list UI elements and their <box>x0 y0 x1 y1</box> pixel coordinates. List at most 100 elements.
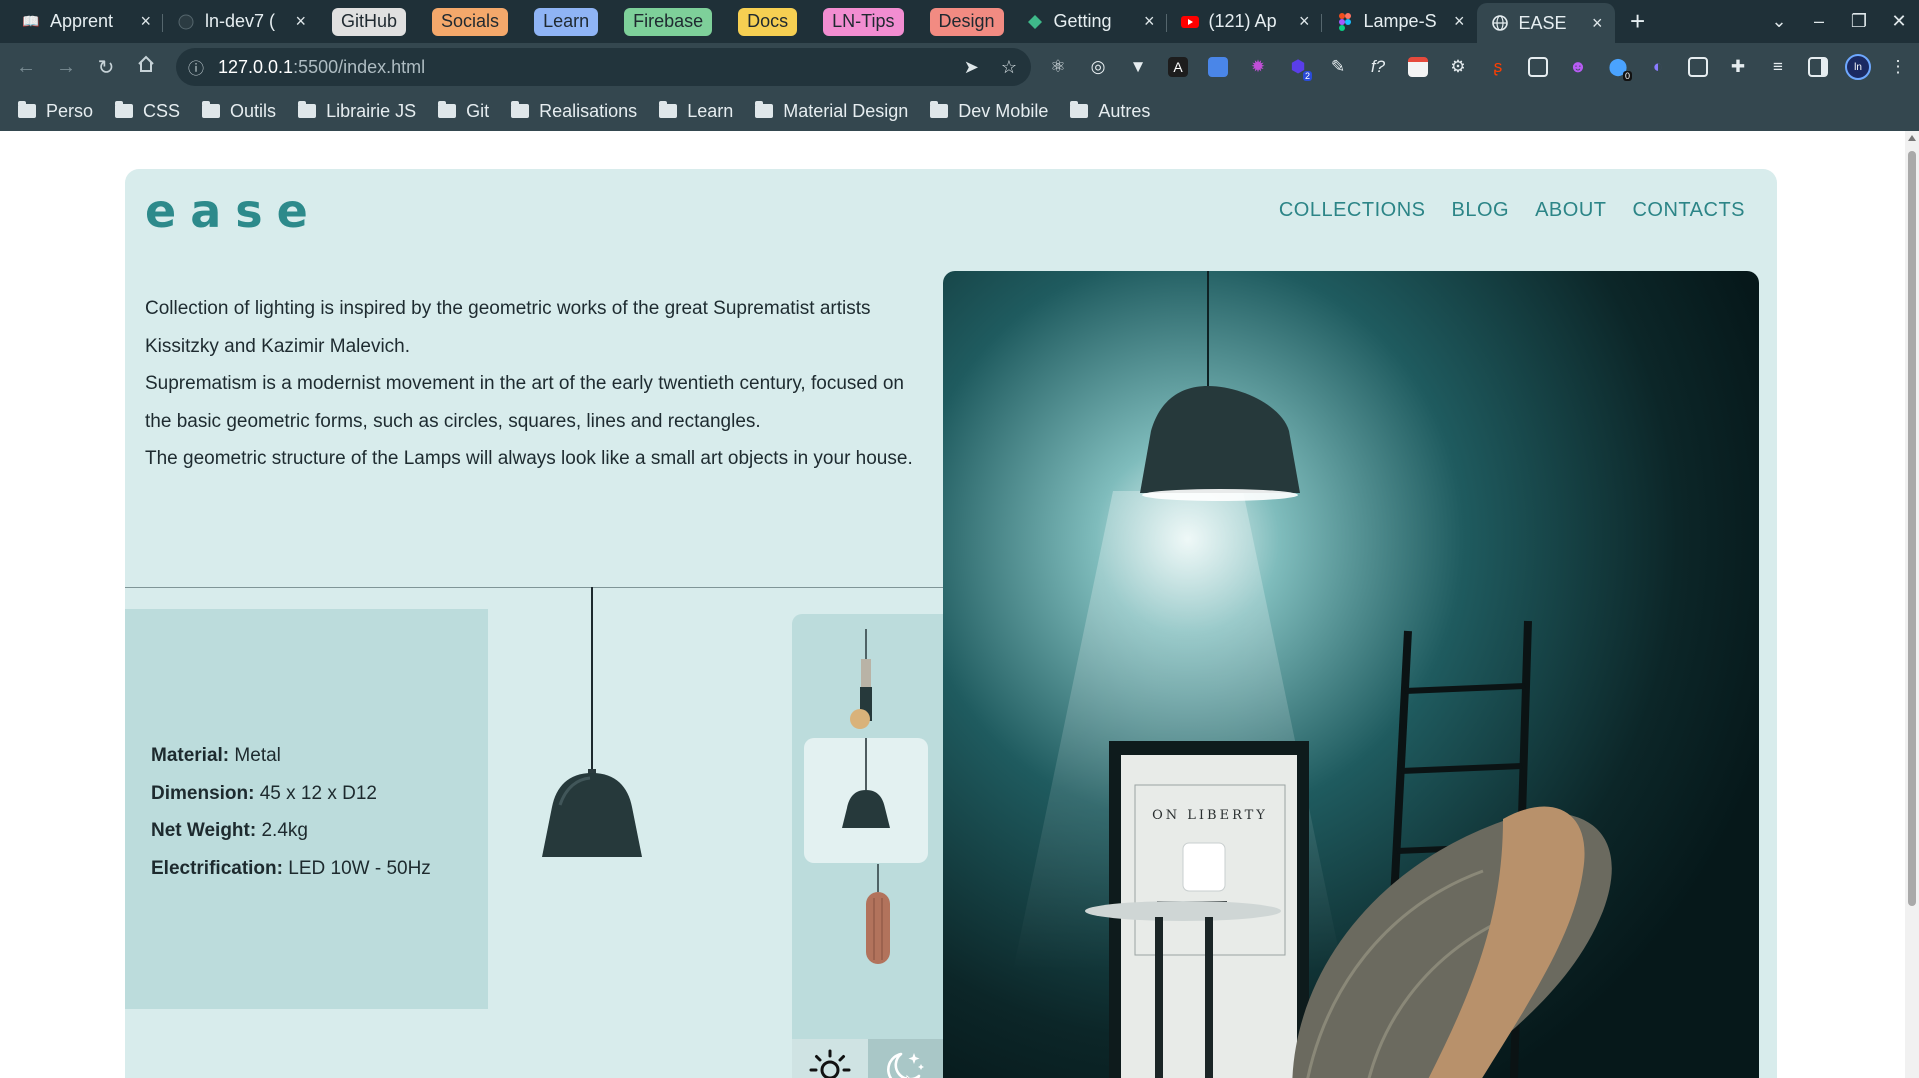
tab-group-ln-tips[interactable]: LN-Tips <box>823 7 904 36</box>
profile-avatar[interactable]: ln <box>1838 54 1878 80</box>
lamp-lifestyle-photo: ON LIBERTY <box>943 271 1759 1078</box>
close-icon[interactable]: × <box>140 11 151 32</box>
kebab-menu-icon[interactable]: ⋮ <box>1878 57 1918 77</box>
specs-list: Material: Metal Dimension: 45 x 12 x D12… <box>151 737 431 887</box>
window-icon[interactable] <box>1678 57 1718 77</box>
bookmark-label: Realisations <box>539 100 638 121</box>
nav-about[interactable]: ABOUT <box>1535 199 1606 222</box>
tab-youtube[interactable]: (121) Ap × <box>1167 6 1322 38</box>
cog-icon[interactable]: ⚙ <box>1438 57 1478 77</box>
new-tab-button[interactable]: + <box>1615 6 1659 38</box>
address-bar[interactable]: ⓘ 127.0.0.1:5500/index.html ➤ ☆ <box>176 48 1031 86</box>
plus-icon: + <box>1629 6 1646 36</box>
svelte-icon[interactable]: ʂ <box>1478 57 1518 77</box>
swirl-icon[interactable]: ◐ <box>1638 57 1678 77</box>
spec-value: 45 x 12 x D12 <box>259 782 377 804</box>
figma-ext-icon[interactable]: ⬤ 0 <box>1598 57 1638 81</box>
bookmark-folder[interactable]: Realisations <box>511 101 637 122</box>
eyedropper-icon[interactable]: ✎ <box>1318 57 1358 77</box>
react-devtools-icon[interactable]: ⚛ <box>1038 57 1078 77</box>
tab-group-socials[interactable]: Socials <box>432 7 509 36</box>
copper-lamp-icon <box>866 864 890 964</box>
dome-lamp-icon <box>842 738 890 828</box>
tab-group-design[interactable]: Design <box>929 7 1004 36</box>
site-info-icon[interactable]: ⓘ <box>188 55 218 79</box>
home-button[interactable] <box>126 47 166 87</box>
close-icon[interactable]: × <box>1144 11 1155 32</box>
extensions-toolbar: ⚛ ◎ ▼ A ✹ ⬢ 2 ✎ f? ⚙ ʂ ☻ ⬤ 0 ◐ ✚ ≡ ln ⋮ <box>1038 43 1918 91</box>
vue-devtools-icon[interactable]: ▼ <box>1118 57 1158 77</box>
face-icon[interactable]: ☻ <box>1558 57 1598 77</box>
thumbnail-copper-lamp[interactable] <box>804 862 928 987</box>
restore-icon[interactable]: ❐ <box>1839 11 1879 32</box>
site-logo[interactable]: ease <box>145 184 322 238</box>
send-icon[interactable]: ➤ <box>964 57 979 78</box>
nav-contacts[interactable]: CONTACTS <box>1632 199 1745 222</box>
pencil-box-icon[interactable] <box>1518 57 1558 77</box>
folder-icon <box>1070 101 1089 118</box>
side-panel-icon[interactable] <box>1798 57 1838 77</box>
thumbnail-cylinder-lamp[interactable] <box>804 619 928 744</box>
close-icon[interactable]: × <box>295 11 306 32</box>
calendar-icon[interactable] <box>1398 57 1438 77</box>
bookmark-label: Perso <box>46 100 94 121</box>
bookmark-folder[interactable]: CSS <box>115 101 180 122</box>
bookmark-folder[interactable]: Outils <box>202 101 276 122</box>
forward-button[interactable]: → <box>46 47 86 87</box>
media-list-icon[interactable]: ≡ <box>1758 57 1798 77</box>
nav-blog[interactable]: BLOG <box>1452 199 1510 222</box>
thumbnail-dome-lamp[interactable] <box>804 738 928 863</box>
description-paragraph: Suprematism is a modernist movement in t… <box>145 373 904 432</box>
light-mode-button[interactable] <box>792 1039 868 1078</box>
tab-figma[interactable]: Lampe-S × <box>1322 6 1477 38</box>
bookmark-folder[interactable]: Librairie JS <box>298 101 416 122</box>
scrollbar-thumb[interactable] <box>1908 151 1916 906</box>
tab-group-firebase[interactable]: Firebase <box>624 7 713 36</box>
tab-getting[interactable]: Getting × <box>1012 6 1167 38</box>
close-icon[interactable]: × <box>1592 13 1603 34</box>
sun-icon <box>809 1049 851 1078</box>
close-icon[interactable]: × <box>1299 11 1310 32</box>
hexagon-icon[interactable]: ⬢ 2 <box>1278 57 1318 81</box>
tab-group-learn[interactable]: Learn <box>534 7 599 36</box>
featured-dome-lamp-image <box>542 587 642 857</box>
bookmark-folder[interactable]: Dev Mobile <box>930 101 1048 122</box>
nav-collections[interactable]: COLLECTIONS <box>1279 199 1426 222</box>
browser-toolbar: ← → ↻ ⓘ 127.0.0.1:5500/index.html ➤ ☆ ⚛ … <box>0 43 1919 91</box>
page-scrollbar[interactable] <box>1905 131 1919 1078</box>
back-button[interactable]: ← <box>6 47 46 87</box>
tab-ease-active[interactable]: EASE × <box>1476 3 1615 43</box>
close-window-icon[interactable]: ✕ <box>1879 11 1919 32</box>
description-paragraph: Collection of lighting is inspired by th… <box>145 298 871 357</box>
dark-mode-button[interactable] <box>867 1039 943 1078</box>
angular-icon[interactable]: A <box>1158 57 1198 77</box>
bookmark-folder[interactable]: Git <box>438 101 489 122</box>
folder-icon <box>298 101 317 118</box>
spec-label: Electrification: <box>151 857 283 879</box>
scroll-up-icon[interactable] <box>1908 135 1916 141</box>
bookmark-folder[interactable]: Autres <box>1070 101 1150 122</box>
translate-icon[interactable] <box>1198 57 1238 77</box>
target-icon[interactable]: ◎ <box>1078 57 1118 77</box>
tab-title: Getting <box>1053 11 1112 31</box>
tab-title: EASE <box>1518 12 1567 33</box>
tab-search-icon[interactable]: ⌄ <box>1759 11 1799 32</box>
bookmark-folder[interactable]: Material Design <box>755 101 908 122</box>
bookmark-star-icon[interactable]: ☆ <box>1001 57 1017 78</box>
arrow-left-icon: ← <box>16 55 36 78</box>
gear-purple-icon[interactable]: ✹ <box>1238 57 1278 77</box>
bookmark-folder[interactable]: Perso <box>18 101 93 122</box>
tab-title: Apprent <box>50 11 114 31</box>
reload-button[interactable]: ↻ <box>86 47 126 87</box>
globe-icon <box>1491 14 1509 32</box>
bookmark-folder[interactable]: Learn <box>659 101 733 122</box>
tab-group-label: Socials <box>441 11 500 31</box>
puzzle-icon[interactable]: ✚ <box>1718 57 1758 77</box>
function-icon[interactable]: f? <box>1358 57 1398 77</box>
tab-apprent[interactable]: 📖 Apprent × <box>8 6 163 38</box>
close-icon[interactable]: × <box>1454 11 1465 32</box>
tab-ln-dev7[interactable]: ln-dev7 ( × <box>163 6 318 38</box>
tab-group-github[interactable]: GitHub <box>332 7 407 36</box>
tab-group-docs[interactable]: Docs <box>738 7 798 36</box>
minimize-icon[interactable]: – <box>1799 11 1839 32</box>
